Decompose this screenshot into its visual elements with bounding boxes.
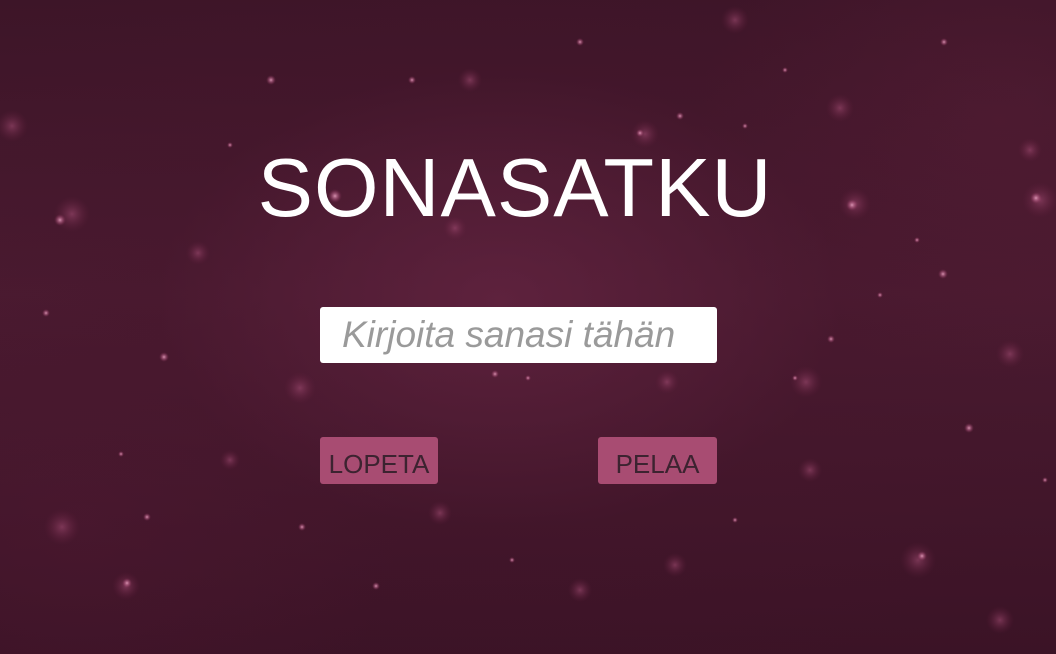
play-button[interactable]: PELAA: [598, 437, 717, 484]
quit-button[interactable]: LOPETA: [320, 437, 438, 484]
game-title: SONASATKU: [257, 141, 773, 234]
word-input[interactable]: [320, 307, 717, 363]
